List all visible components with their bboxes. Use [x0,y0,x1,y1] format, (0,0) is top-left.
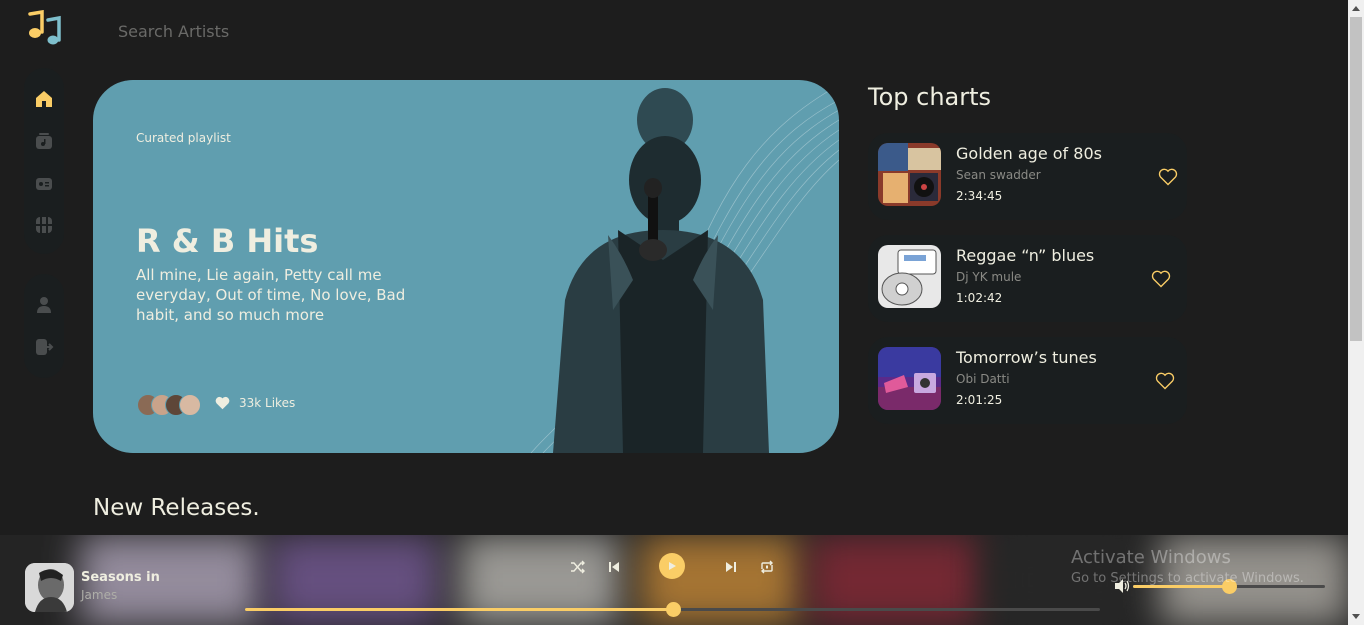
chart-artist: Obi Datti [956,372,1010,386]
profile-icon[interactable] [33,294,55,316]
avatar [179,394,201,416]
likes-count[interactable]: 33k Likes [215,396,295,410]
scrollbar-thumb[interactable] [1350,17,1362,341]
singer-image [553,88,769,453]
now-playing-title: Seasons in [81,570,160,585]
album-cover [878,143,941,206]
album-cover [878,347,941,410]
chart-item[interactable]: Reggae “n” blues Dj YK mule 1:02:42 [868,235,1187,322]
chart-artist: Sean swadder [956,168,1041,182]
sidebar-account-nav [24,274,64,378]
album-cover [878,245,941,308]
page-scrollbar[interactable] [1348,0,1364,625]
sidebar-main-nav [24,68,64,254]
heart-icon[interactable] [1158,167,1178,187]
chart-title: Tomorrow’s tunes [956,348,1097,367]
chart-title: Golden age of 80s [956,144,1102,163]
heart-icon[interactable] [1151,269,1171,289]
music-notes-icon[interactable] [26,10,62,46]
progress-bar[interactable] [245,602,1100,617]
chart-artist: Dj YK mule [956,270,1022,284]
play-button[interactable] [659,553,685,579]
likes-label: 33k Likes [239,396,296,410]
heart-icon [215,396,230,410]
windows-activation-watermark: Activate Windows Go to Settings to activ… [1071,547,1304,586]
chart-duration: 2:01:25 [956,393,1003,407]
search-input[interactable] [118,20,418,42]
chart-duration: 1:02:42 [956,291,1003,305]
home-icon[interactable] [33,88,55,110]
scroll-down-icon[interactable] [1352,614,1360,619]
playlist-icon[interactable] [33,130,55,152]
progress-handle[interactable] [665,602,681,617]
top-charts-heading: Top charts [868,83,992,111]
playlist-title: R & B Hits [136,222,319,260]
shuffle-icon[interactable] [569,558,587,576]
previous-icon[interactable] [605,558,623,576]
radio-icon[interactable] [33,172,55,194]
playlist-kicker: Curated playlist [136,131,231,145]
watermark-line-2: Go to Settings to activate Windows. [1071,571,1304,586]
scroll-up-icon[interactable] [1352,6,1360,11]
new-releases-heading: New Releases. [93,495,260,521]
chart-item[interactable]: Golden age of 80s Sean swadder 2:34:45 [868,133,1187,220]
video-icon[interactable] [33,214,55,236]
featured-playlist-card[interactable]: Curated playlist R & B Hits All mine, Li… [93,80,839,453]
listener-avatars [137,394,201,416]
heart-icon[interactable] [1155,371,1175,391]
next-icon[interactable] [722,558,740,576]
playlist-description: All mine, Lie again, Petty call me every… [136,266,406,324]
chart-duration: 2:34:45 [956,189,1003,203]
repeat-icon[interactable] [758,558,776,576]
now-playing-artist: James [81,588,118,602]
logout-icon[interactable] [33,336,55,358]
play-icon [669,562,676,570]
progress-fill [245,608,673,611]
chart-title: Reggae “n” blues [956,246,1095,265]
now-playing-cover [25,563,74,612]
watermark-line-1: Activate Windows [1071,547,1231,568]
chart-item[interactable]: Tomorrow’s tunes Obi Datti 2:01:25 [868,337,1187,424]
